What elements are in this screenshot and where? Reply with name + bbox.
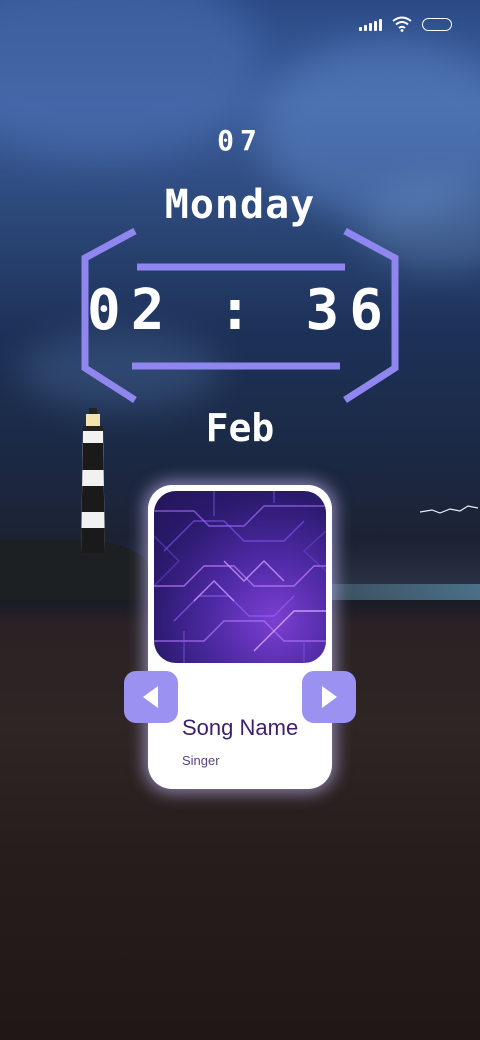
signal-bars-icon (359, 17, 382, 31)
triangle-left-icon (143, 686, 158, 708)
clock-time: 02 : 36 (86, 278, 393, 343)
battery-icon (422, 17, 452, 31)
lightning-image (420, 505, 479, 514)
status-bar (359, 16, 452, 32)
singer-name: Singer (182, 753, 220, 768)
day-number: 07 (217, 124, 263, 157)
song-title: Song Name (182, 715, 299, 740)
previous-track-button[interactable] (124, 671, 178, 723)
next-track-button[interactable] (302, 671, 356, 723)
dune (0, 540, 150, 600)
weekday-label: Monday (164, 182, 316, 228)
triangle-right-icon (322, 686, 337, 708)
month-label: Feb (205, 406, 275, 450)
circuit-pattern-image (154, 491, 326, 663)
wifi-icon (392, 16, 412, 32)
music-player-card: Song Name Singer (148, 485, 332, 789)
album-art[interactable] (154, 491, 326, 663)
